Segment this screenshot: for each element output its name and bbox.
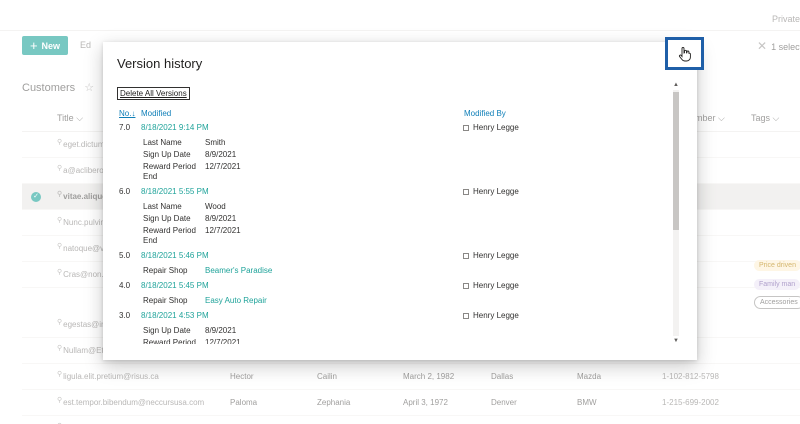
field-name: Last Name xyxy=(143,138,182,147)
field-value: 8/9/2021 xyxy=(205,150,237,159)
presence-icon xyxy=(463,312,469,319)
version-date-link[interactable]: 8/18/2021 5:46 PM xyxy=(141,251,209,260)
presence-icon xyxy=(463,252,469,259)
presence-icon xyxy=(463,188,469,195)
field-value: Wood xyxy=(205,202,226,211)
user-name: Henry Legge xyxy=(473,281,519,290)
field-name: Reward Period End xyxy=(143,338,196,344)
scrollbar-thumb[interactable] xyxy=(673,92,679,230)
version-number: 7.0 xyxy=(119,123,131,132)
field-value: 12/7/2021 xyxy=(205,226,241,235)
version-date-link[interactable]: 8/18/2021 4:53 PM xyxy=(141,311,209,320)
user-name: Henry Legge xyxy=(473,187,519,196)
column-header-version-number-label: No. xyxy=(119,109,132,118)
version-number: 3.0 xyxy=(119,311,131,320)
version-date-link[interactable]: 8/18/2021 9:14 PM xyxy=(141,123,209,132)
user-name: Henry Legge xyxy=(473,311,519,320)
field-value[interactable]: Beamer's Paradise xyxy=(205,266,272,275)
field-value: 12/7/2021 xyxy=(205,162,241,171)
version-date-link[interactable]: 8/18/2021 5:55 PM xyxy=(141,187,209,196)
field-value[interactable]: Easy Auto Repair xyxy=(205,296,267,305)
column-header-modified[interactable]: Modified xyxy=(141,109,171,118)
column-header-version-number[interactable]: No.↓ xyxy=(119,109,135,118)
version-number: 4.0 xyxy=(119,281,131,290)
field-value: 8/9/2021 xyxy=(205,326,237,335)
version-number: 5.0 xyxy=(119,251,131,260)
field-name: Sign Up Date xyxy=(143,214,191,223)
field-name: Sign Up Date xyxy=(143,150,191,159)
close-dialog-button[interactable] xyxy=(665,37,704,70)
delete-all-versions-button[interactable]: Delete All Versions xyxy=(117,87,190,100)
presence-icon xyxy=(463,282,469,289)
version-history-dialog: Version history Delete All Versions No.↓… xyxy=(103,42,697,360)
field-value: 12/7/2021 xyxy=(205,338,241,344)
field-name: Reward Period End xyxy=(143,226,196,245)
field-name: Sign Up Date xyxy=(143,326,191,335)
version-number: 6.0 xyxy=(119,187,131,196)
version-modified-by[interactable]: Henry Legge xyxy=(463,123,519,132)
field-name: Last Name xyxy=(143,202,182,211)
scroll-up-icon[interactable]: ▲ xyxy=(672,82,680,88)
user-name: Henry Legge xyxy=(473,251,519,260)
version-list: No.↓ Modified Modified By 7.0 8/18/2021 9… xyxy=(117,106,669,344)
presence-icon xyxy=(463,124,469,131)
version-modified-by[interactable]: Henry Legge xyxy=(463,251,519,260)
scroll-down-icon[interactable]: ▼ xyxy=(672,338,680,344)
version-modified-by[interactable]: Henry Legge xyxy=(463,187,519,196)
version-date-link[interactable]: 8/18/2021 5:45 PM xyxy=(141,281,209,290)
sort-arrow-icon: ↓ xyxy=(131,109,136,118)
version-modified-by[interactable]: Henry Legge xyxy=(463,281,519,290)
version-modified-by[interactable]: Henry Legge xyxy=(463,311,519,320)
field-value: 8/9/2021 xyxy=(205,214,237,223)
hand-pointer-icon xyxy=(678,46,691,61)
column-header-modified-by[interactable]: Modified By xyxy=(464,109,506,118)
field-name: Repair Shop xyxy=(143,296,188,305)
user-name: Henry Legge xyxy=(473,123,519,132)
field-value: Smith xyxy=(205,138,226,147)
field-name: Reward Period End xyxy=(143,162,196,181)
dialog-title: Version history xyxy=(117,56,203,71)
dialog-scrollbar[interactable]: ▲ ▼ xyxy=(670,82,682,344)
field-name: Repair Shop xyxy=(143,266,188,275)
